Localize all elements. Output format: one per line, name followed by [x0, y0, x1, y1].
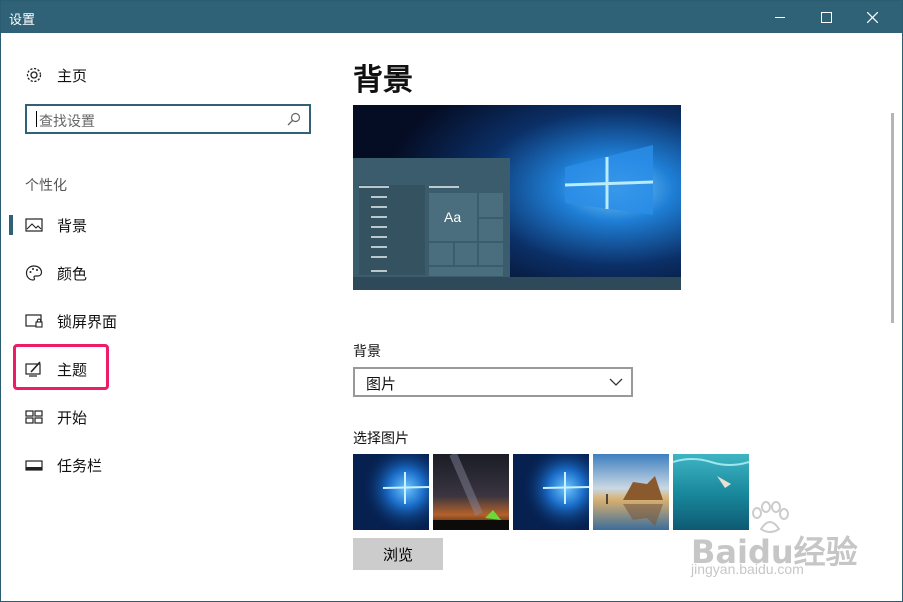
start-icon — [25, 410, 43, 424]
search-placeholder: 查找设置 — [39, 114, 95, 130]
preview-wallpaper: Aa — [353, 105, 681, 290]
gear-icon — [26, 67, 42, 83]
minimize-button[interactable] — [757, 1, 803, 33]
page-title: 背景 — [353, 63, 413, 98]
section-title: 个性化 — [25, 178, 67, 194]
close-button[interactable] — [849, 1, 895, 33]
sidebar-item-start[interactable]: 开始 — [9, 402, 329, 432]
background-preview: Aa — [353, 105, 681, 290]
thumbnail-milky-way-tent[interactable] — [433, 454, 509, 530]
sidebar-item-colors[interactable]: 颜色 — [9, 258, 329, 288]
thumbnail-windows-hero-1[interactable] — [353, 454, 429, 530]
browse-button[interactable]: 浏览 — [353, 538, 443, 570]
minimize-icon — [775, 16, 785, 18]
sidebar-item-label: 背景 — [57, 216, 88, 235]
close-icon — [866, 11, 878, 23]
text-caret — [36, 111, 37, 127]
baidu-watermark: Baidu经验 jingyan.baidu.com — [691, 501, 861, 591]
thumbnail-beach-rocks[interactable] — [593, 454, 669, 530]
title-bar: 设置 — [1, 1, 902, 33]
maximize-button[interactable] — [803, 1, 849, 33]
scrollbar-thumb[interactable] — [891, 113, 894, 323]
window-title: 设置 — [9, 13, 36, 28]
sidebar-item-lock-screen[interactable]: 锁屏界面 — [9, 306, 329, 336]
sidebar-item-label: 颜色 — [57, 264, 88, 283]
choose-picture-label: 选择图片 — [353, 431, 409, 447]
lock-screen-icon — [25, 314, 43, 328]
home-link[interactable]: 主页 — [25, 63, 87, 87]
search-input[interactable]: 查找设置 — [25, 104, 311, 134]
sidebar-item-background[interactable]: 背景 — [9, 210, 329, 240]
home-label: 主页 — [57, 66, 88, 85]
picture-icon — [25, 218, 43, 232]
palette-icon — [25, 265, 43, 281]
settings-window: 设置 主页 查找设置 个性化 背景 颜色 锁屏界面 主题 开始 任务栏 背景 A… — [0, 0, 903, 602]
sidebar: 主页 查找设置 个性化 背景 颜色 锁屏界面 主题 开始 任务栏 — [9, 33, 329, 601]
thumbnail-windows-hero-2[interactable] — [513, 454, 589, 530]
sidebar-item-taskbar[interactable]: 任务栏 — [9, 450, 329, 480]
sidebar-item-label: 任务栏 — [57, 456, 103, 475]
background-type-dropdown[interactable]: 图片 — [353, 367, 633, 397]
background-type-label: 背景 — [353, 344, 381, 360]
annotation-highlight — [13, 344, 109, 390]
search-icon[interactable] — [287, 112, 301, 126]
watermark-url: jingyan.baidu.com — [691, 561, 804, 577]
preview-sample-text: Aa — [444, 209, 461, 225]
sidebar-item-label: 锁屏界面 — [57, 312, 118, 331]
chevron-down-icon — [609, 378, 623, 386]
maximize-icon — [820, 11, 832, 23]
taskbar-icon — [25, 460, 43, 471]
active-indicator — [9, 215, 13, 235]
sidebar-item-label: 开始 — [57, 408, 88, 427]
dropdown-value: 图片 — [366, 375, 397, 393]
